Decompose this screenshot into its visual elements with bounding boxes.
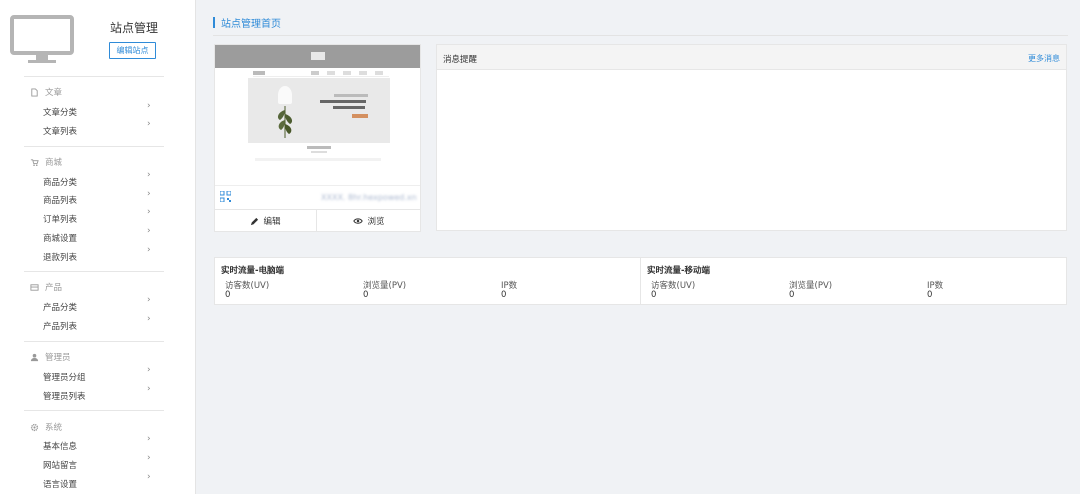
pv-label: 浏览量(PV) — [789, 281, 833, 291]
breadcrumb: 站点管理首页 — [213, 15, 281, 30]
edit-button[interactable]: 编辑 — [215, 210, 317, 232]
plant-image — [277, 106, 293, 138]
breadcrumb-text[interactable]: 站点管理首页 — [221, 15, 281, 30]
sidebar-item-order-list[interactable]: 订单列表 — [43, 213, 77, 225]
breadcrumb-marker — [213, 17, 215, 28]
sidebar-item-article-list[interactable]: 文章列表 — [43, 125, 77, 137]
browse-button[interactable]: 浏览 — [318, 210, 420, 232]
pencil-icon — [251, 217, 259, 225]
sidebar-item-refund-list[interactable]: 退款列表 — [43, 251, 77, 263]
messages-title: 消息提醒 — [443, 55, 478, 65]
site-screenshot[interactable] — [215, 45, 420, 185]
sidebar-item-site-messages[interactable]: 网站留言 — [43, 459, 77, 471]
sidebar-item-basic-info[interactable]: 基本信息 — [43, 440, 77, 452]
gear-icon — [30, 423, 39, 431]
chevron-right-icon: › — [147, 434, 151, 444]
sidebar-group-label: 管理员 — [45, 353, 71, 363]
sidebar-item-shop-settings[interactable]: 商城设置 — [43, 232, 77, 244]
sidebar-group-label: 商城 — [45, 158, 63, 168]
sidebar-item-admin-list[interactable]: 管理员列表 — [43, 390, 86, 402]
box-icon — [30, 283, 39, 291]
chevron-right-icon: › — [147, 189, 151, 199]
user-icon — [30, 353, 39, 361]
sidebar-group-articles: 文章 — [30, 86, 62, 98]
sidebar-group-shop: 商城 — [30, 156, 62, 168]
cart-icon — [30, 158, 39, 166]
sidebar-group-system: 系统 — [30, 421, 62, 433]
pv-value: 0 — [363, 290, 369, 300]
sidebar-divider — [24, 76, 164, 77]
browse-button-label: 浏览 — [367, 217, 385, 227]
preview-actions: 编辑 浏览 — [215, 209, 420, 232]
chevron-right-icon: › — [147, 295, 151, 305]
chevron-right-icon: › — [147, 365, 151, 375]
edit-button-label: 编辑 — [263, 217, 281, 227]
qr-code-icon[interactable] — [220, 191, 231, 202]
sidebar-group-label: 文章 — [45, 88, 63, 98]
chevron-right-icon: › — [147, 207, 151, 217]
site-title: 站点管理 — [110, 21, 159, 35]
sidebar-divider — [24, 410, 164, 411]
traffic-mobile: 实时流量-移动端 访客数(UV) 0 浏览量(PV) 0 IP数 0 — [641, 258, 1067, 304]
more-messages-link[interactable]: 更多消息 — [1028, 53, 1060, 64]
chevron-right-icon: › — [147, 453, 151, 463]
chevron-right-icon: › — [147, 119, 151, 129]
uv-label: 访客数(UV) — [651, 281, 696, 291]
traffic-pc: 实时流量-电脑端 访客数(UV) 0 浏览量(PV) 0 IP数 0 — [215, 258, 641, 304]
pv-label: 浏览量(PV) — [363, 281, 407, 291]
chevron-right-icon: › — [147, 314, 151, 324]
ip-value: 0 — [501, 290, 507, 300]
traffic-panel: 实时流量-电脑端 访客数(UV) 0 浏览量(PV) 0 IP数 0 实时流量-… — [214, 257, 1067, 305]
ip-value: 0 — [927, 290, 933, 300]
sidebar-item-admin-groups[interactable]: 管理员分组 — [43, 371, 86, 383]
sidebar-item-product-list[interactable]: 产品列表 — [43, 320, 77, 332]
uv-label: 访客数(UV) — [225, 281, 270, 291]
sidebar-item-product-category[interactable]: 商品分类 — [43, 176, 77, 188]
chevron-right-icon: › — [147, 226, 151, 236]
sidebar-divider — [24, 271, 164, 272]
sidebar-divider — [24, 146, 164, 147]
chevron-right-icon: › — [147, 101, 151, 111]
eye-icon — [353, 218, 364, 224]
uv-value: 0 — [225, 290, 231, 300]
breadcrumb-divider — [213, 35, 1068, 36]
sidebar-group-admins: 管理员 — [30, 351, 71, 363]
chevron-right-icon: › — [147, 170, 151, 180]
site-url-row: XXXX. 8hr.hexpowed.xn — [215, 185, 420, 209]
sidebar-divider — [24, 341, 164, 342]
edit-site-button[interactable]: 编辑站点 — [109, 42, 156, 59]
monitor-icon — [10, 15, 74, 63]
document-icon — [31, 87, 38, 97]
pv-value: 0 — [789, 290, 795, 300]
chevron-right-icon: › — [147, 245, 151, 255]
messages-header: 消息提醒 更多消息 — [437, 45, 1066, 70]
site-preview-card: XXXX. 8hr.hexpowed.xn 编辑 浏览 — [214, 44, 421, 232]
sidebar-item-language-settings[interactable]: 语言设置 — [43, 478, 77, 490]
sidebar: 站点管理 编辑站点 文章 文章分类 › 文章列表 › 商城 商品分类 › 商品列… — [0, 0, 196, 494]
chevron-right-icon: › — [147, 384, 151, 394]
sidebar-item-article-category[interactable]: 文章分类 — [43, 106, 77, 118]
main-content: 站点管理首页 XXXX. 8hr.hexpowed.xn 编辑 浏览 消息提醒 … — [203, 0, 1080, 494]
uv-value: 0 — [651, 290, 657, 300]
chevron-right-icon: › — [147, 472, 151, 482]
site-card: 站点管理 编辑站点 — [10, 10, 166, 76]
sidebar-group-label: 产品 — [45, 283, 63, 293]
sidebar-item-product-category[interactable]: 产品分类 — [43, 301, 77, 313]
sidebar-group-label: 系统 — [45, 423, 63, 433]
traffic-mobile-title: 实时流量-移动端 — [647, 266, 711, 276]
site-url[interactable]: XXXX. 8hr.hexpowed.xn — [321, 193, 417, 202]
sidebar-group-products: 产品 — [30, 281, 62, 293]
traffic-pc-title: 实时流量-电脑端 — [221, 266, 285, 276]
sidebar-item-goods-list[interactable]: 商品列表 — [43, 194, 77, 206]
messages-panel: 消息提醒 更多消息 — [436, 44, 1067, 231]
